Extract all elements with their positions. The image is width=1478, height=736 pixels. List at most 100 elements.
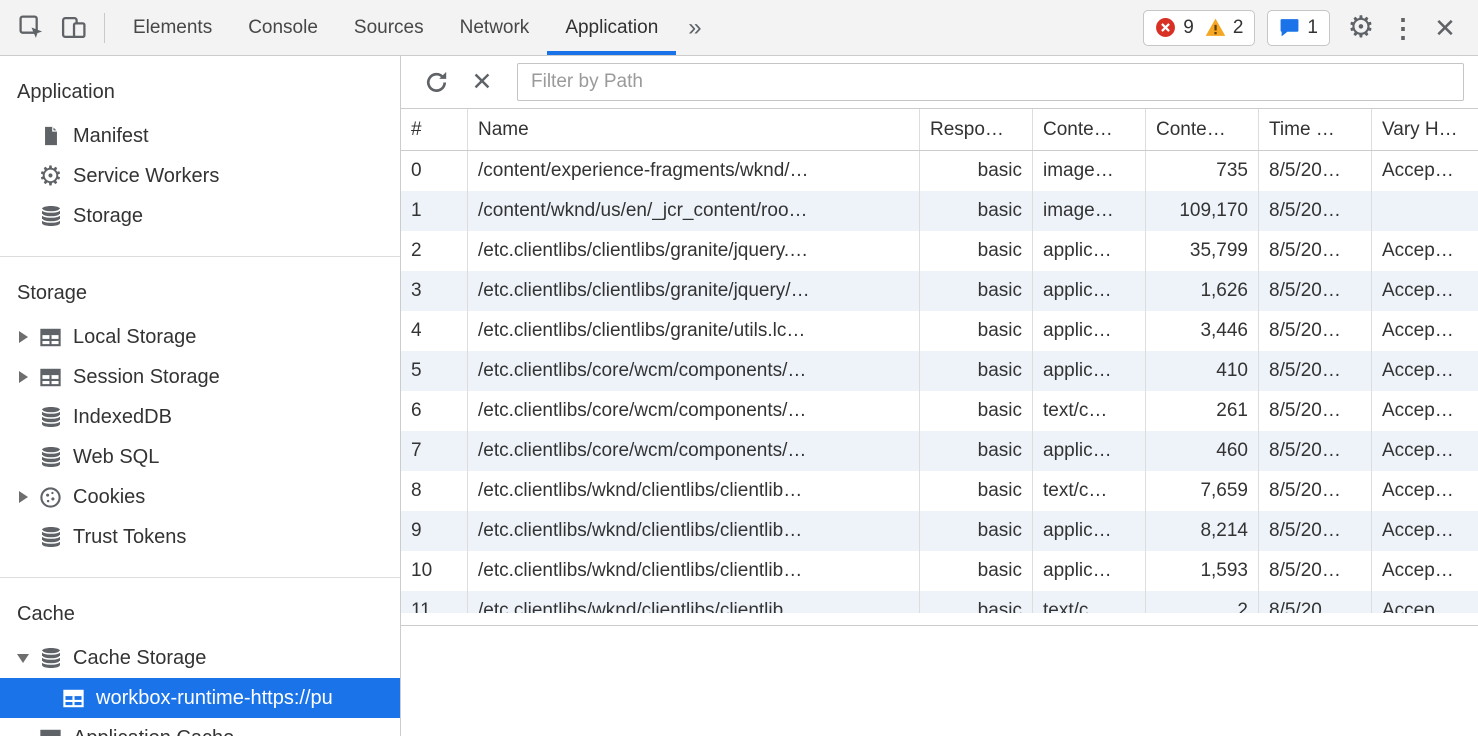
column-header-0[interactable]: #	[401, 109, 468, 150]
cell-content-length: 109,170	[1146, 191, 1259, 231]
column-header-1[interactable]: Name	[468, 109, 920, 150]
cell-name: /etc.clientlibs/core/wcm/components/…	[468, 431, 920, 471]
cell-name: /etc.clientlibs/wknd/clientlibs/clientli…	[468, 511, 920, 551]
sidebar-item-session-storage[interactable]: Session Storage	[0, 357, 400, 397]
sidebar-item-indexeddb[interactable]: IndexedDB	[0, 397, 400, 437]
section-title: Storage	[0, 275, 400, 311]
close-devtools-button[interactable]: ✕	[1424, 6, 1466, 50]
expander-triangle[interactable]	[10, 331, 36, 343]
tab-application[interactable]: Application	[547, 0, 676, 55]
cell-index: 9	[401, 511, 468, 551]
cell-time: 8/5/20…	[1259, 151, 1372, 191]
error-count: 9	[1183, 17, 1194, 39]
cell-content-length: 2	[1146, 591, 1259, 613]
expander-triangle[interactable]	[10, 491, 36, 503]
table-row[interactable]: 3/etc.clientlibs/clientlibs/granite/jque…	[401, 271, 1478, 311]
message-count: 1	[1307, 17, 1318, 39]
tab-sources[interactable]: Sources	[336, 0, 442, 55]
sidebar-item-local-storage[interactable]: Local Storage	[0, 317, 400, 357]
table-row[interactable]: 11/etc.clientlibs/wknd/clientlibs/client…	[401, 591, 1478, 613]
table-row[interactable]: 1/content/wknd/us/en/_jcr_content/roo…ba…	[401, 191, 1478, 231]
database-icon	[38, 525, 63, 550]
cell-content-type: applic…	[1033, 511, 1146, 551]
cell-index: 7	[401, 431, 468, 471]
more-options-button[interactable]: ⋮	[1382, 6, 1424, 50]
sidebar-item-label: Trust Tokens	[73, 526, 186, 549]
cell-time: 8/5/20…	[1259, 511, 1372, 551]
column-header-6[interactable]: Vary H…	[1372, 109, 1478, 150]
cell-response-type: basic	[920, 471, 1033, 511]
error-icon	[1155, 17, 1176, 38]
table-row[interactable]: 0/content/experience-fragments/wknd/…bas…	[401, 151, 1478, 191]
expander-triangle[interactable]	[10, 654, 36, 663]
grid-rows: 0/content/experience-fragments/wknd/… bas…	[401, 151, 1478, 613]
cell-response-type: basic	[920, 271, 1033, 311]
more-tabs-button[interactable]: »	[688, 14, 701, 42]
cell-time: 8/5/20…	[1259, 471, 1372, 511]
table-row[interactable]: 10/etc.clientlibs/wknd/clientlibs/client…	[401, 551, 1478, 591]
table-row[interactable]: 8/etc.clientlibs/wknd/clientlibs/clientl…	[401, 471, 1478, 511]
inspect-element-button[interactable]	[10, 6, 52, 50]
cell-vary: Accep…	[1372, 471, 1478, 511]
cell-vary	[1372, 191, 1478, 231]
cache-toolbar: ✕	[401, 56, 1478, 109]
cell-vary: Accep…	[1372, 351, 1478, 391]
sidebar-section-storage: Storage Local Storage Session Storage In…	[0, 257, 400, 578]
column-header-2[interactable]: Respo…	[920, 109, 1033, 150]
cell-name: /content/experience-fragments/wknd/…	[468, 151, 920, 191]
table-icon	[38, 325, 63, 350]
console-errors-warnings-badge[interactable]: 9 2	[1143, 10, 1255, 46]
tab-console[interactable]: Console	[230, 0, 336, 55]
cell-time: 8/5/20…	[1259, 551, 1372, 591]
expander-triangle[interactable]	[10, 371, 36, 383]
cell-index: 0	[401, 151, 468, 191]
table-icon	[61, 686, 86, 711]
cell-name: /etc.clientlibs/core/wcm/components/…	[468, 351, 920, 391]
cell-time: 8/5/20…	[1259, 231, 1372, 271]
cell-response-type: basic	[920, 591, 1033, 613]
column-header-5[interactable]: Time …	[1259, 109, 1372, 150]
table-row[interactable]: 9/etc.clientlibs/wknd/clientlibs/clientl…	[401, 511, 1478, 551]
table-row[interactable]: 4/etc.clientlibs/clientlibs/granite/util…	[401, 311, 1478, 351]
filter-by-path-input[interactable]	[517, 63, 1464, 101]
cell-time: 8/5/20…	[1259, 391, 1372, 431]
sidebar-item-trust-tokens[interactable]: Trust Tokens	[0, 517, 400, 557]
sidebar-item-cookies[interactable]: Cookies	[0, 477, 400, 517]
device-toolbar-button[interactable]	[52, 6, 94, 50]
sidebar-item-storage[interactable]: Storage	[0, 196, 400, 236]
tab-network[interactable]: Network	[442, 0, 548, 55]
table-row[interactable]: 2/etc.clientlibs/clientlibs/granite/jque…	[401, 231, 1478, 271]
sidebar-item-web-sql[interactable]: Web SQL	[0, 437, 400, 477]
cell-index: 10	[401, 551, 468, 591]
issues-badge[interactable]: 1	[1267, 10, 1330, 46]
column-header-4[interactable]: Conte…	[1146, 109, 1259, 150]
tab-elements[interactable]: Elements	[115, 0, 230, 55]
settings-button[interactable]: ⚙	[1340, 6, 1382, 50]
sidebar-item-service-workers[interactable]: ⚙ Service Workers	[0, 156, 400, 196]
sidebar-item-label: Cookies	[73, 486, 145, 509]
cell-response-type: basic	[920, 391, 1033, 431]
refresh-icon	[423, 69, 450, 96]
cache-storage-panel: ✕ #NameRespo…Conte…Conte…Time …Vary H… 0…	[401, 56, 1478, 736]
column-header-3[interactable]: Conte…	[1033, 109, 1146, 150]
table-row[interactable]: 5/etc.clientlibs/core/wcm/components/…ba…	[401, 351, 1478, 391]
sidebar-item-manifest[interactable]: Manifest	[0, 116, 400, 156]
delete-selected-button[interactable]: ✕	[461, 60, 503, 104]
table-row[interactable]: 7/etc.clientlibs/core/wcm/components/…ba…	[401, 431, 1478, 471]
cell-vary: Accep…	[1372, 231, 1478, 271]
table-icon	[38, 365, 63, 390]
sidebar-item-cache-storage[interactable]: Cache Storage	[0, 638, 400, 678]
cell-name: /etc.clientlibs/wknd/clientlibs/clientli…	[468, 591, 920, 613]
cell-content-type: applic…	[1033, 311, 1146, 351]
refresh-button[interactable]	[415, 60, 457, 104]
table-row[interactable]: 6/etc.clientlibs/core/wcm/components/…ba…	[401, 391, 1478, 431]
sidebar-item-application-cache[interactable]: Application Cache	[0, 718, 400, 736]
tab-label: Elements	[133, 17, 212, 39]
cell-index: 11	[401, 591, 468, 613]
warning-count: 2	[1233, 17, 1244, 39]
cell-response-type: basic	[920, 351, 1033, 391]
cell-vary: Accep…	[1372, 551, 1478, 591]
sidebar-item-label: Session Storage	[73, 366, 220, 389]
sidebar-item-workbox-runtime-https-pu[interactable]: workbox-runtime-https://pu	[0, 678, 400, 718]
cell-vary: Accep…	[1372, 311, 1478, 351]
